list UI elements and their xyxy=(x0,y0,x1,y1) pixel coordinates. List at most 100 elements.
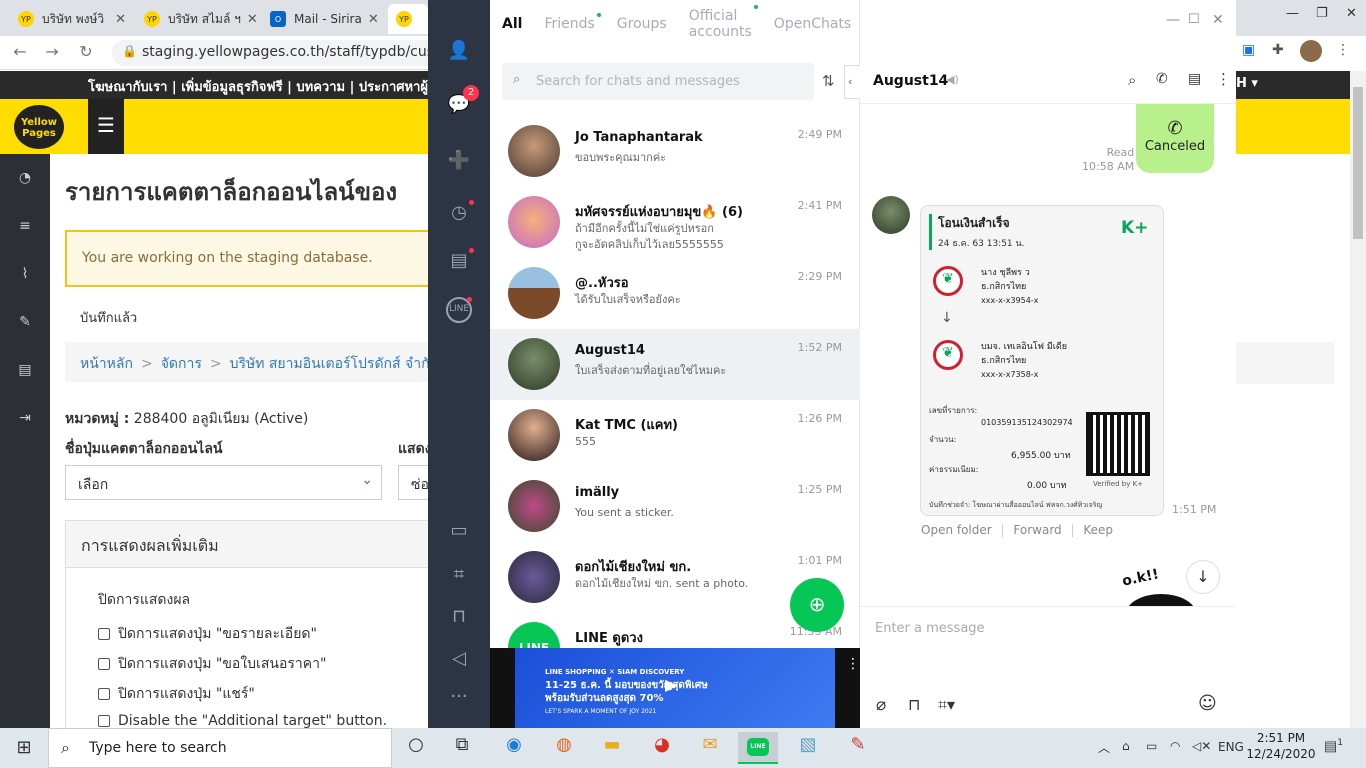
tab-all[interactable]: All xyxy=(502,16,522,32)
tab-friends[interactable]: Friends xyxy=(544,13,601,32)
chat-row-selected[interactable]: August14 ใบเสร็จส่งตามที่อยู่เลยใช่ไหมคะ… xyxy=(490,329,860,400)
transfer-slip-image[interactable]: โอนเงินสำเร็จ 24 ธ.ค. 63 13:51 น. K+ ❦ น… xyxy=(920,205,1164,516)
chat-row[interactable]: imälly You sent a sticker. 1:25 PM xyxy=(490,471,860,542)
chat-row[interactable]: Kat TMC (แคท) 555 1:26 PM xyxy=(490,400,860,471)
checkbox-disable-share[interactable]: ปิดการแสดงปุ่ม "แชร์" xyxy=(98,683,255,705)
collapse-chevron-icon[interactable]: ‹ xyxy=(844,65,860,99)
more-dots-icon[interactable]: ··· xyxy=(446,686,472,712)
play-icon[interactable]: ▶ xyxy=(665,677,677,693)
screenshot-crop-icon[interactable]: ⌗▾ xyxy=(938,695,955,715)
add-friend-icon[interactable]: ➕ xyxy=(446,150,472,176)
restore-icon[interactable]: ❐ xyxy=(1316,6,1328,21)
speaker-icon[interactable]: ◁ xyxy=(446,648,472,674)
chat-bubble-icon[interactable]: 💬 2 xyxy=(446,85,479,120)
forward-arrow-icon[interactable]: → xyxy=(40,42,64,64)
message-composer[interactable]: Enter a message ⌀ ⊓ ⌗▾ ☺ xyxy=(860,606,1236,728)
forward-link[interactable]: Forward xyxy=(1013,523,1061,537)
edge-icon[interactable]: ◉ xyxy=(494,734,534,762)
more-vertical-icon[interactable]: ⋮ xyxy=(1216,70,1231,88)
language-indicator[interactable]: ENG xyxy=(1218,740,1244,754)
close-icon[interactable]: ✕ xyxy=(109,12,126,27)
mail-icon[interactable]: ✉ xyxy=(690,734,730,762)
database-icon[interactable]: ≡ xyxy=(15,218,35,238)
sort-icon[interactable]: ⇅ xyxy=(822,72,835,90)
taskbar-search-input[interactable]: ⌕ Type here to search xyxy=(48,728,392,768)
additional-display-section[interactable]: การแสดงผลเพิ่มเติม xyxy=(65,520,430,568)
chat-row[interactable]: Jo Tanaphantarak ขอบพระคุณมากค่ะ 2:49 PM xyxy=(490,116,860,187)
display-select[interactable]: ซ่อ xyxy=(398,465,430,500)
chart-icon[interactable]: ⌇ xyxy=(15,266,35,286)
checkbox-disable-details[interactable]: ปิดการแสดงปุ่ม "ขอรายละเอียด" xyxy=(98,623,317,645)
checkbox-disable-target[interactable]: Disable the "Additional target" button. xyxy=(98,713,387,728)
windows-start-icon[interactable]: ⊞ xyxy=(0,728,48,768)
battery-icon[interactable]: ▭ xyxy=(1146,739,1157,753)
minimize-icon[interactable]: — xyxy=(1286,6,1299,21)
video-call-icon[interactable]: ▭ xyxy=(446,520,472,546)
close-icon[interactable]: ✕ xyxy=(1346,6,1357,21)
task-view-icon[interactable]: ⧉ xyxy=(442,734,482,762)
minimize-icon[interactable]: — xyxy=(1166,12,1180,28)
ad-more-icon[interactable]: ⋮ xyxy=(846,656,860,672)
notes-icon[interactable]: ▤ xyxy=(446,248,474,276)
extension-icon[interactable]: ▣ xyxy=(1242,42,1255,58)
keep-bookmark-icon[interactable]: ⊓ xyxy=(908,695,920,714)
firefox-icon[interactable]: ◍ xyxy=(544,734,584,762)
call-message[interactable]: ✆ Canceled xyxy=(1136,104,1214,173)
chevron-up-icon[interactable]: ︿ xyxy=(1098,739,1110,756)
checkbox-disable-quote[interactable]: ปิดการแสดงปุ่ม "ขอใบเสนอราคา" xyxy=(98,653,326,675)
emoji-icon[interactable]: ☺ xyxy=(1198,693,1217,714)
url-input[interactable]: 🔒 staging.yellowpages.co.th/staff/typdb/… xyxy=(112,40,442,66)
site-top-links-right[interactable]: H ▾ xyxy=(1236,71,1350,99)
notes-icon[interactable]: ▤ xyxy=(1188,71,1201,87)
chat-row[interactable]: @..หัวรอ ได้รับใบเสร็จหรือยังคะ 2:29 PM xyxy=(490,258,860,329)
clock-icon[interactable]: ◷ xyxy=(446,200,474,228)
browser-tab[interactable]: YP บริษัท สไมล์ ฯ ✕ xyxy=(136,4,260,34)
more-vertical-icon[interactable]: ⋮ xyxy=(1336,42,1350,58)
cortana-icon[interactable]: ○ xyxy=(396,734,436,762)
tab-openchats[interactable]: OpenChats xyxy=(774,16,851,32)
edit-icon[interactable]: ✎ xyxy=(15,314,35,334)
chat-search-input[interactable]: ⌕ Search for chats and messages xyxy=(502,63,814,100)
hamburger-menu-icon[interactable]: ☰ xyxy=(88,99,124,154)
phone-icon[interactable]: ✆ xyxy=(1156,71,1168,87)
open-folder-link[interactable]: Open folder xyxy=(921,523,992,537)
puzzle-icon[interactable]: ✚ xyxy=(1272,42,1284,58)
maximize-icon[interactable]: ☐ xyxy=(1188,12,1200,27)
notification-icon[interactable]: ▤1 xyxy=(1324,738,1343,755)
id-card-icon[interactable]: ▤ xyxy=(15,362,35,382)
crop-icon[interactable]: ⌗ xyxy=(446,564,472,590)
scrollbar[interactable] xyxy=(1350,71,1366,728)
profile-icon[interactable]: 👤 xyxy=(446,40,472,66)
bookmark-icon[interactable]: ⊓ xyxy=(446,606,472,632)
close-icon[interactable]: ✕ xyxy=(1212,12,1224,28)
breadcrumb-manage[interactable]: จัดการ xyxy=(161,356,202,372)
paint-icon[interactable]: ✎ xyxy=(838,734,878,762)
tab-official-accounts[interactable]: Official accounts xyxy=(689,5,758,40)
search-icon[interactable]: ⌕ xyxy=(1128,71,1136,89)
file-explorer-icon[interactable]: ▬ xyxy=(592,734,632,762)
scrollbar-thumb[interactable] xyxy=(1353,87,1363,239)
back-arrow-icon[interactable]: ← xyxy=(8,42,32,64)
close-icon[interactable]: ✕ xyxy=(241,12,258,27)
breadcrumb-company[interactable]: บริษัท สยามอินเตอร์โปรดักส์ จำกัด xyxy=(230,356,430,372)
ad-banner[interactable]: LINE SHOPPING ✕ SIAM DISCOVERY 11-25 ธ.ค… xyxy=(490,648,860,728)
new-chat-button[interactable]: ⊕ xyxy=(790,578,844,632)
close-icon[interactable]: ✕ xyxy=(362,12,379,27)
browser-tab-active[interactable]: YP xyxy=(388,4,428,34)
yellowpages-logo[interactable]: Yellow Pages xyxy=(14,105,64,149)
wifi-icon[interactable]: ◠ xyxy=(1170,739,1180,753)
line-taskbar-icon[interactable]: LINE xyxy=(738,732,778,764)
line-icon[interactable]: LINE xyxy=(446,297,472,323)
site-top-links[interactable]: โฆษณากับเรา | เพิ่มข้อมูลธุรกิจฟรี | บทค… xyxy=(0,71,430,99)
volume-icon[interactable]: ◁✕ xyxy=(1192,739,1211,753)
scroll-down-button[interactable]: ↓ xyxy=(1186,560,1220,594)
browser-tab[interactable]: YP บริษัท พงษ์วิ ✕ xyxy=(10,4,134,34)
chrome-icon[interactable]: ◕ xyxy=(642,734,682,762)
breadcrumb-home[interactable]: หน้าหลัก xyxy=(80,356,133,372)
catalog-button-select[interactable]: เลือก ⌄ xyxy=(65,465,382,500)
attach-icon[interactable]: ⌀ xyxy=(876,695,886,715)
sender-avatar[interactable] xyxy=(872,196,910,234)
profile-avatar[interactable] xyxy=(1300,40,1322,62)
logout-icon[interactable]: ⇥ xyxy=(15,410,35,430)
keep-link[interactable]: Keep xyxy=(1083,523,1113,537)
